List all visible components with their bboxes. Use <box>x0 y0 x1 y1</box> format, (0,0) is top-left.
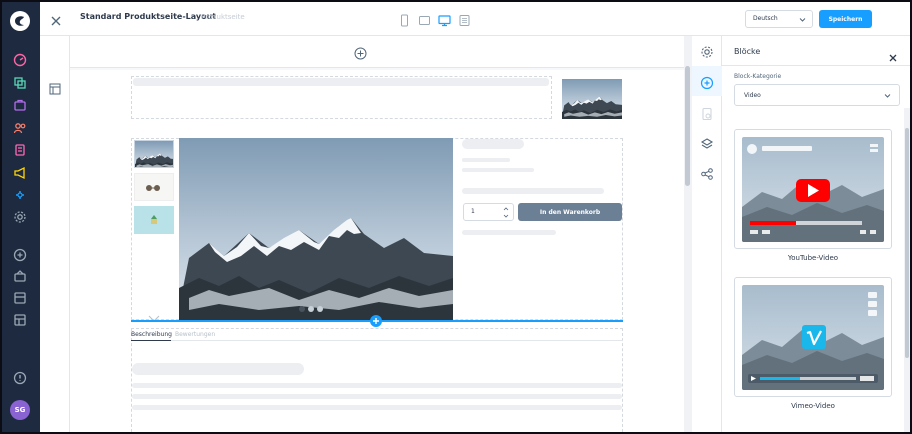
layout-canvas: 1 In den Warenkorb Beschreibung Bewertun… <box>40 36 692 432</box>
vimeo-preview <box>742 285 884 390</box>
product-image[interactable] <box>179 138 453 320</box>
placeholder-line <box>132 394 622 399</box>
app-window: SG Standard Produktseite-Layout Produkts… <box>0 0 912 434</box>
gallery-thumbnail[interactable] <box>134 140 174 168</box>
share-icon[interactable] <box>700 166 714 180</box>
chevron-down-icon[interactable] <box>148 308 160 322</box>
sales-channel-icon[interactable] <box>12 268 28 284</box>
save-button[interactable]: Speichern <box>819 10 872 28</box>
add-section-bar <box>70 36 684 68</box>
placeholder-line <box>462 168 534 172</box>
placeholder-line <box>132 405 622 410</box>
youtube-video-label: YouTube-Video <box>787 254 839 262</box>
add-icon[interactable] <box>12 247 28 263</box>
placeholder-line <box>462 158 510 162</box>
settings-gear-icon[interactable] <box>700 44 714 58</box>
page-preview: 1 In den Warenkorb Beschreibung Bewertun… <box>70 70 684 432</box>
tab-description[interactable]: Beschreibung <box>131 331 172 338</box>
tablet-icon[interactable] <box>418 12 431 25</box>
placeholder-line <box>132 363 304 375</box>
avatar[interactable]: SG <box>10 400 30 420</box>
gallery-thumbnail[interactable] <box>134 206 174 234</box>
quantity-value: 1 <box>471 208 475 215</box>
canvas-toolbar <box>40 36 70 432</box>
panel-title: Blöcke <box>734 47 761 56</box>
stepper-arrows-icon[interactable] <box>503 206 509 219</box>
gallery-thumbnail[interactable] <box>134 173 174 201</box>
page-settings-icon[interactable] <box>700 106 714 121</box>
layout-icon[interactable] <box>49 80 61 95</box>
vimeo-video-label: Vimeo-Video <box>791 402 835 410</box>
slider-dots[interactable] <box>299 306 323 312</box>
chevron-down-icon <box>884 94 891 98</box>
youtube-video-block[interactable] <box>734 129 892 249</box>
admin-sidebar: SG <box>2 2 40 432</box>
panel-scrollbar[interactable] <box>904 108 910 432</box>
close-icon[interactable] <box>889 47 897 62</box>
quantity-stepper[interactable]: 1 <box>463 203 514 221</box>
scrollbar-thumb[interactable] <box>685 66 690 186</box>
placeholder-line <box>462 230 556 235</box>
add-block-tab-icon[interactable] <box>700 75 714 90</box>
list-view-icon[interactable] <box>458 12 471 26</box>
language-value: Deutsch <box>753 15 778 22</box>
orders-icon[interactable] <box>12 97 28 113</box>
settings-icon[interactable] <box>12 209 28 225</box>
marketing-icon[interactable] <box>12 165 28 181</box>
content-icon[interactable] <box>12 142 28 158</box>
storefront-icon[interactable] <box>12 290 28 306</box>
desktop-icon[interactable] <box>438 12 451 27</box>
blocks-panel: Blöcke Block-Kategorie Video YouTube-Vid… <box>722 36 910 432</box>
tab-reviews[interactable]: Bewertungen <box>175 331 215 338</box>
scrollbar-thumb[interactable] <box>905 128 909 358</box>
dashboard-icon[interactable] <box>12 52 28 68</box>
customers-icon[interactable] <box>12 120 28 136</box>
tab-divider <box>171 340 623 341</box>
block-category-select[interactable]: Video <box>734 84 900 106</box>
placeholder-line <box>462 139 524 149</box>
placeholder-line <box>132 383 622 388</box>
add-block-icon[interactable] <box>370 315 382 327</box>
block-category-value: Video <box>744 92 761 99</box>
active-tab-indicator <box>131 340 171 341</box>
placeholder-line <box>133 78 549 86</box>
vimeo-video-block[interactable] <box>734 277 892 397</box>
close-icon[interactable] <box>50 12 62 26</box>
placeholder-line <box>462 188 604 194</box>
page-subtitle: Produktseite <box>201 13 245 21</box>
canvas-scrollbar[interactable] <box>684 36 692 432</box>
add-to-cart-button[interactable]: In den Warenkorb <box>518 203 622 221</box>
headless-icon[interactable] <box>12 312 28 328</box>
layers-icon[interactable] <box>700 136 714 150</box>
mobile-icon[interactable] <box>398 12 411 27</box>
page-title: Standard Produktseite-Layout <box>80 12 217 21</box>
catalog-icon[interactable] <box>12 75 28 91</box>
shopware-logo-icon[interactable] <box>9 10 31 32</box>
language-select[interactable]: Deutsch <box>745 10 813 28</box>
panel-header: Blöcke <box>722 36 910 66</box>
header-image[interactable] <box>562 79 622 119</box>
editor-header: Standard Produktseite-Layout Produktseit… <box>40 2 910 36</box>
help-icon[interactable] <box>12 370 28 386</box>
editor-sidebar-tabs <box>692 36 722 432</box>
add-section-icon[interactable] <box>354 45 367 60</box>
youtube-preview <box>742 137 884 242</box>
chevron-down-icon <box>799 18 806 22</box>
description-block[interactable] <box>131 328 623 432</box>
block-category-label: Block-Kategorie <box>734 73 782 80</box>
extensions-icon[interactable] <box>12 187 28 203</box>
